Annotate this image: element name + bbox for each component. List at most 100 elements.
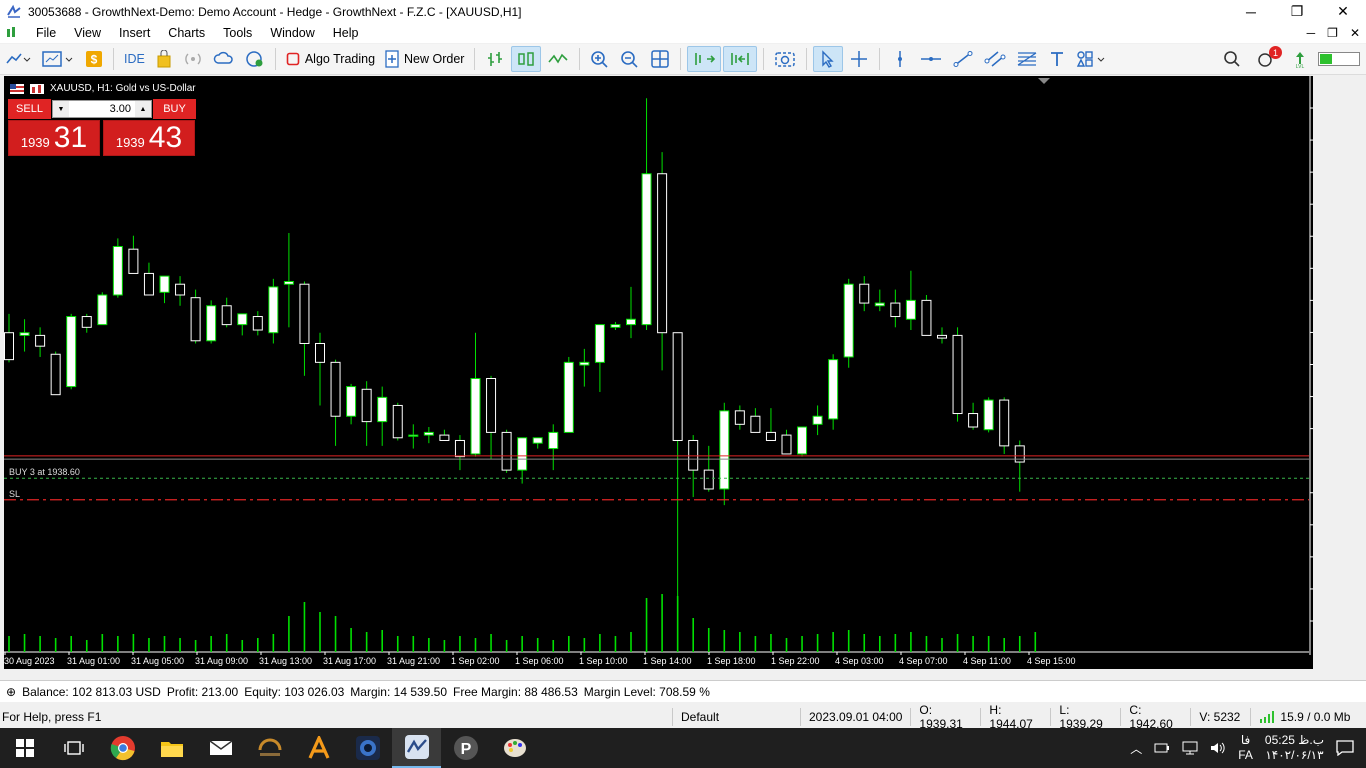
svg-text:P: P xyxy=(460,741,471,758)
shop-button[interactable] xyxy=(151,46,177,72)
battery-icon[interactable] xyxy=(1154,742,1170,754)
taskbar-file-explorer[interactable] xyxy=(147,728,196,768)
zoom-in-button[interactable] xyxy=(586,46,614,72)
zoom-out-button[interactable] xyxy=(616,46,644,72)
trendline-button[interactable] xyxy=(948,46,978,72)
shapes-button[interactable] xyxy=(1072,46,1112,72)
templates-button[interactable] xyxy=(37,46,79,72)
text-tool-button[interactable] xyxy=(1044,46,1070,72)
candle-body xyxy=(937,334,947,339)
chart-restore-button[interactable]: ❐ xyxy=(1327,26,1338,40)
connection-status[interactable]: LVL xyxy=(1289,46,1311,72)
chart-window-icon[interactable] xyxy=(6,26,20,40)
line-chart-button[interactable] xyxy=(543,46,573,72)
clock-date: ۱۴۰۲/۰۶/۱۳ xyxy=(1265,748,1324,762)
channel-button[interactable] xyxy=(980,46,1010,72)
chart-canvas[interactable]: 1952.341951.151949.961948.771947.581946.… xyxy=(4,76,1313,655)
expand-toolbox-icon[interactable]: ⊕ xyxy=(6,685,16,699)
volume-input[interactable]: 3.00 xyxy=(69,103,135,115)
shopping-bag-icon xyxy=(157,50,171,68)
taskbar-alpari[interactable] xyxy=(245,728,294,768)
algo-trading-label: Algo Trading xyxy=(304,52,376,66)
taskbar-chrome[interactable] xyxy=(98,728,147,768)
taskbar-metatrader[interactable] xyxy=(392,728,441,768)
volume-icon[interactable] xyxy=(1210,741,1226,755)
menu-window[interactable]: Window xyxy=(262,26,324,40)
menu-help[interactable]: Help xyxy=(325,26,369,40)
signals-button[interactable] xyxy=(179,46,207,72)
close-window-button[interactable]: ✕ xyxy=(1320,0,1366,23)
chart-type-button[interactable] xyxy=(1,46,35,72)
toolbar-separator xyxy=(680,48,682,70)
crosshair-button[interactable] xyxy=(845,46,873,72)
quantity-stepper[interactable]: ▼ 3.00 ▲ xyxy=(52,100,152,118)
search-button[interactable] xyxy=(1219,46,1245,72)
taskbar-app-a[interactable] xyxy=(294,728,343,768)
bar-chart-button[interactable] xyxy=(481,46,509,72)
chart-shift-button[interactable] xyxy=(723,46,758,72)
show-hidden-icons-button[interactable]: ︿ xyxy=(1130,740,1142,757)
auto-scroll-button[interactable] xyxy=(687,46,722,72)
metatrader-app-icon xyxy=(7,4,21,18)
ide-button[interactable]: IDE xyxy=(120,46,149,72)
vps-button[interactable] xyxy=(209,46,239,72)
clock[interactable]: 05:25 ب.ظ ۱۴۰۲/۰۶/۱۳ xyxy=(1265,733,1324,763)
restore-button[interactable]: ❐ xyxy=(1274,0,1320,23)
task-view-icon xyxy=(63,741,84,755)
candle-body xyxy=(66,316,77,388)
taskbar-paint[interactable] xyxy=(490,728,539,768)
system-tray: ︿ فا FA 05:25 ب.ظ ۱۴۰۲/۰۶/۱۳ xyxy=(1130,733,1366,763)
network-icon[interactable] xyxy=(1182,741,1198,755)
new-order-button[interactable]: New Order xyxy=(381,46,468,72)
profile-name[interactable]: Default xyxy=(672,708,800,726)
algo-trading-button[interactable]: Algo Trading xyxy=(282,46,379,72)
input-language[interactable]: فا FA xyxy=(1238,733,1253,763)
time-label: 1 Sep 18:00 xyxy=(707,656,756,666)
task-view-button[interactable] xyxy=(49,728,98,768)
bar-datetime: 2023.09.01 04:00 xyxy=(800,708,910,726)
screenshot-button[interactable] xyxy=(770,46,800,72)
price-chart[interactable]: 1952.341951.151949.961948.771947.581946.… xyxy=(4,76,1313,655)
community-button[interactable] xyxy=(241,46,269,72)
connection-traffic[interactable]: 15.9 / 0.0 Mb xyxy=(1250,708,1358,726)
ask-price-button[interactable]: 1939 43 xyxy=(103,120,195,156)
menu-charts[interactable]: Charts xyxy=(160,26,215,40)
taskbar-app-orb[interactable] xyxy=(343,728,392,768)
decrease-volume-button[interactable]: ▼ xyxy=(53,101,69,117)
tile-windows-button[interactable] xyxy=(646,46,674,72)
candle-body xyxy=(143,272,154,296)
menu-view[interactable]: View xyxy=(66,26,111,40)
bid-price-main: 31 xyxy=(53,121,88,154)
stop-loss-label[interactable]: SL xyxy=(9,489,20,499)
market-button[interactable]: $ xyxy=(81,46,107,72)
equity-value: Equity: 103 026.03 xyxy=(244,684,345,699)
candle-body xyxy=(454,439,465,458)
chart-close-button[interactable]: ✕ xyxy=(1350,26,1360,40)
buy-button[interactable]: BUY xyxy=(153,99,196,119)
taskbar-mail[interactable] xyxy=(196,728,245,768)
fibonacci-button[interactable] xyxy=(1012,46,1042,72)
menu-bar: File View Insert Charts Tools Window Hel… xyxy=(0,23,1366,43)
increase-volume-button[interactable]: ▲ xyxy=(135,101,151,117)
menu-tools[interactable]: Tools xyxy=(215,26,262,40)
sell-button[interactable]: SELL xyxy=(8,99,51,119)
bar-chart-icon xyxy=(488,52,503,66)
vertical-line-button[interactable] xyxy=(886,46,914,72)
ask-price-main: 43 xyxy=(148,121,183,154)
notification-center-icon[interactable] xyxy=(1336,740,1354,756)
taskbar-app-p[interactable]: P xyxy=(441,728,490,768)
candle-body xyxy=(346,386,357,417)
menu-file[interactable]: File xyxy=(28,26,66,40)
menu-insert[interactable]: Insert xyxy=(111,26,160,40)
cursor-tool-button[interactable] xyxy=(813,46,844,72)
bid-price-button[interactable]: 1939 31 xyxy=(8,120,100,156)
minimize-button[interactable]: ─ xyxy=(1228,0,1274,23)
candle-body xyxy=(610,324,621,328)
start-button[interactable] xyxy=(0,728,49,768)
fibonacci-icon xyxy=(1018,52,1037,66)
chart-minimize-button[interactable]: ─ xyxy=(1307,26,1316,40)
candlestick-chart-button[interactable] xyxy=(511,46,542,72)
horizontal-line-button[interactable] xyxy=(916,46,946,72)
notifications-button[interactable]: 1 xyxy=(1253,46,1282,72)
position-line-label[interactable]: BUY 3 at 1938.60 xyxy=(9,467,80,477)
